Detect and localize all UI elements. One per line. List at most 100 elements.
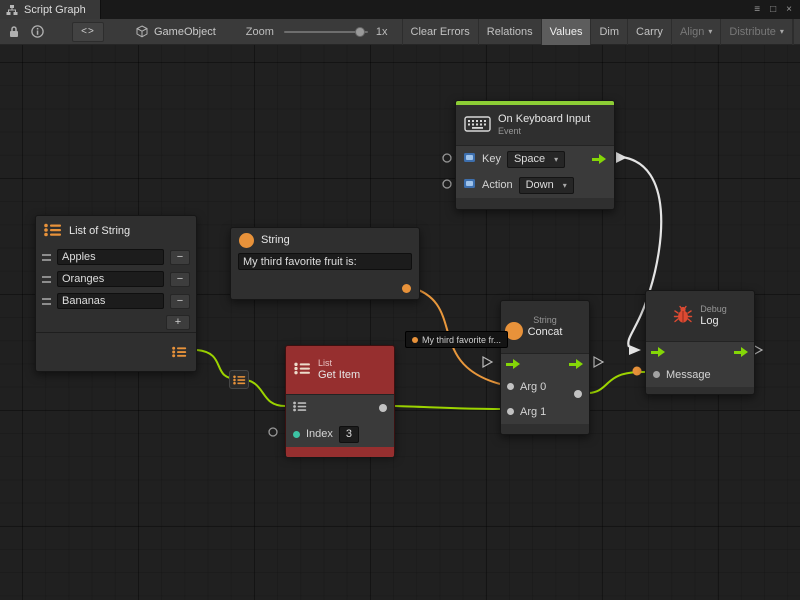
dim-button[interactable]: Dim	[590, 19, 627, 45]
remove-item-button[interactable]: −	[170, 294, 190, 309]
node-get-item[interactable]: List Get Item Index 3	[285, 345, 395, 455]
lock-icon[interactable]	[8, 25, 20, 38]
getitem-index-input-port[interactable]	[269, 428, 277, 436]
remove-item-button[interactable]: −	[170, 250, 190, 265]
carry-button[interactable]: Carry	[627, 19, 671, 45]
relations-button[interactable]: Relations	[478, 19, 541, 45]
string-type-icon	[412, 337, 418, 343]
list-output-row	[36, 332, 196, 371]
keyboard-node-body: Key Space ▾ Action Down ▾	[456, 145, 614, 198]
chevron-down-icon: ▾	[708, 27, 712, 36]
node-debug-log[interactable]: Debug Log Message	[645, 290, 755, 395]
gameobject-icon	[136, 25, 148, 38]
list-item-field[interactable]: Oranges	[57, 271, 164, 287]
message-input-port[interactable]	[653, 371, 660, 378]
concat-arg1-row: Arg 1	[501, 399, 589, 424]
keyboard-icon	[464, 115, 491, 135]
index-label: Index	[306, 428, 333, 440]
info-icon[interactable]	[31, 25, 44, 38]
tab-script-graph[interactable]: Script Graph	[0, 0, 101, 19]
concat-flow-in[interactable]	[506, 359, 521, 370]
drag-handle-icon[interactable]	[42, 254, 51, 261]
node-on-keyboard-input[interactable]: On Keyboard Input Event Key Space ▾	[455, 100, 615, 210]
node-list-of-string[interactable]: List of String Apples − Oranges − Banana…	[35, 215, 197, 372]
list-output-port[interactable]	[172, 346, 187, 361]
wire-getitem-to-concat-arg1[interactable]	[395, 406, 500, 409]
concat-flow-row	[501, 354, 589, 374]
list-icon	[294, 362, 311, 378]
concat-flow-out-port[interactable]	[594, 357, 603, 367]
list-icon	[44, 223, 62, 240]
getitem-list-port-row	[286, 395, 394, 421]
graph-canvas[interactable]: On Keyboard Input Event Key Space ▾	[0, 45, 800, 600]
action-dropdown[interactable]: Down ▾	[519, 177, 574, 194]
zoom-slider[interactable]	[284, 26, 368, 38]
action-port-label: Action	[482, 179, 513, 191]
node-category: Debug	[700, 304, 727, 315]
keyboard-flow-out-arrow[interactable]	[616, 152, 627, 163]
wire-string-value-tooltip: My third favorite fr...	[405, 331, 508, 348]
zoom-slider-handle[interactable]	[355, 27, 365, 37]
concat-node-header: String Concat	[501, 301, 589, 353]
list-item-row: Bananas −	[36, 290, 196, 312]
list-item-row: Oranges −	[36, 268, 196, 290]
drag-handle-icon[interactable]	[42, 276, 51, 283]
maximize-icon[interactable]: □	[770, 4, 776, 15]
concat-flow-out[interactable]	[569, 359, 584, 370]
keyboard-node-header: On Keyboard Input Event	[456, 105, 614, 145]
arg0-input-port[interactable]	[507, 383, 514, 390]
drag-handle-icon[interactable]	[42, 298, 51, 305]
toolbar-buttons: Clear Errors Relations Values Dim Carry …	[402, 19, 800, 45]
distribute-button[interactable]: Distribute ▾	[720, 19, 792, 45]
overview-button[interactable]: Overv	[793, 19, 800, 45]
tab-title: Script Graph	[24, 4, 86, 16]
log-flow-in[interactable]	[651, 347, 666, 358]
keyboard-key-input-port[interactable]	[443, 154, 451, 162]
wire-list-value-badge	[229, 370, 249, 389]
list-item-field[interactable]: Apples	[57, 249, 164, 265]
node-subtitle: Event	[498, 126, 590, 137]
index-value-field[interactable]: 3	[339, 426, 359, 443]
concat-flow-in-port[interactable]	[483, 357, 492, 367]
keyboard-action-input-port[interactable]	[443, 180, 451, 188]
string-output-port[interactable]	[402, 284, 411, 293]
arg1-input-port[interactable]	[507, 408, 514, 415]
key-dropdown-value: Space	[514, 153, 545, 165]
zoom-value: 1x	[376, 26, 388, 38]
chevron-down-icon: ▾	[563, 181, 567, 190]
concat-node-body: Arg 0 Arg 1	[501, 353, 589, 424]
string-value-field[interactable]: My third favorite fruit is:	[238, 253, 412, 270]
chevron-down-icon: ▾	[780, 27, 784, 36]
keycode-type-icon	[463, 151, 476, 167]
getitem-output-port[interactable]	[379, 404, 387, 412]
list-input-port[interactable]	[293, 401, 307, 415]
node-title: List of String	[69, 225, 130, 238]
list-item-field[interactable]: Bananas	[57, 293, 164, 309]
node-concat[interactable]: String Concat Arg 0 Arg 1	[500, 300, 590, 435]
code-preview-icon[interactable]: <>	[72, 22, 104, 42]
action-port-row: Action Down ▾	[456, 172, 614, 198]
add-item-button[interactable]: +	[166, 315, 190, 330]
arg0-label: Arg 0	[520, 381, 546, 393]
gameobject-context[interactable]: GameObject	[136, 25, 216, 38]
menu-icon[interactable]: ≡	[754, 4, 760, 15]
node-string-literal[interactable]: String My third favorite fruit is:	[230, 227, 420, 300]
log-flow-in-arrow[interactable]	[629, 345, 641, 355]
align-button[interactable]: Align ▾	[671, 19, 720, 45]
unity-visual-scripting-window: Script Graph ≡ □ × <> GameObject Zoom 1x	[0, 0, 800, 600]
string-output-row	[231, 271, 419, 301]
log-flow-out[interactable]	[734, 347, 749, 358]
getitem-node-header: List Get Item	[286, 346, 394, 394]
title-bar: Script Graph ≡ □ ×	[0, 0, 800, 19]
log-node-header: Debug Log	[646, 291, 754, 341]
index-input-port[interactable]	[293, 431, 300, 438]
concat-output-port[interactable]	[574, 390, 582, 398]
clear-errors-button[interactable]: Clear Errors	[402, 19, 478, 45]
remove-item-button[interactable]: −	[170, 272, 190, 287]
keyboard-flow-out-port[interactable]	[592, 154, 607, 165]
close-icon[interactable]: ×	[786, 4, 792, 15]
wire-string-value-dot	[633, 367, 642, 376]
key-dropdown[interactable]: Space ▾	[507, 151, 565, 168]
values-button[interactable]: Values	[541, 19, 591, 45]
log-flow-row	[646, 342, 754, 362]
